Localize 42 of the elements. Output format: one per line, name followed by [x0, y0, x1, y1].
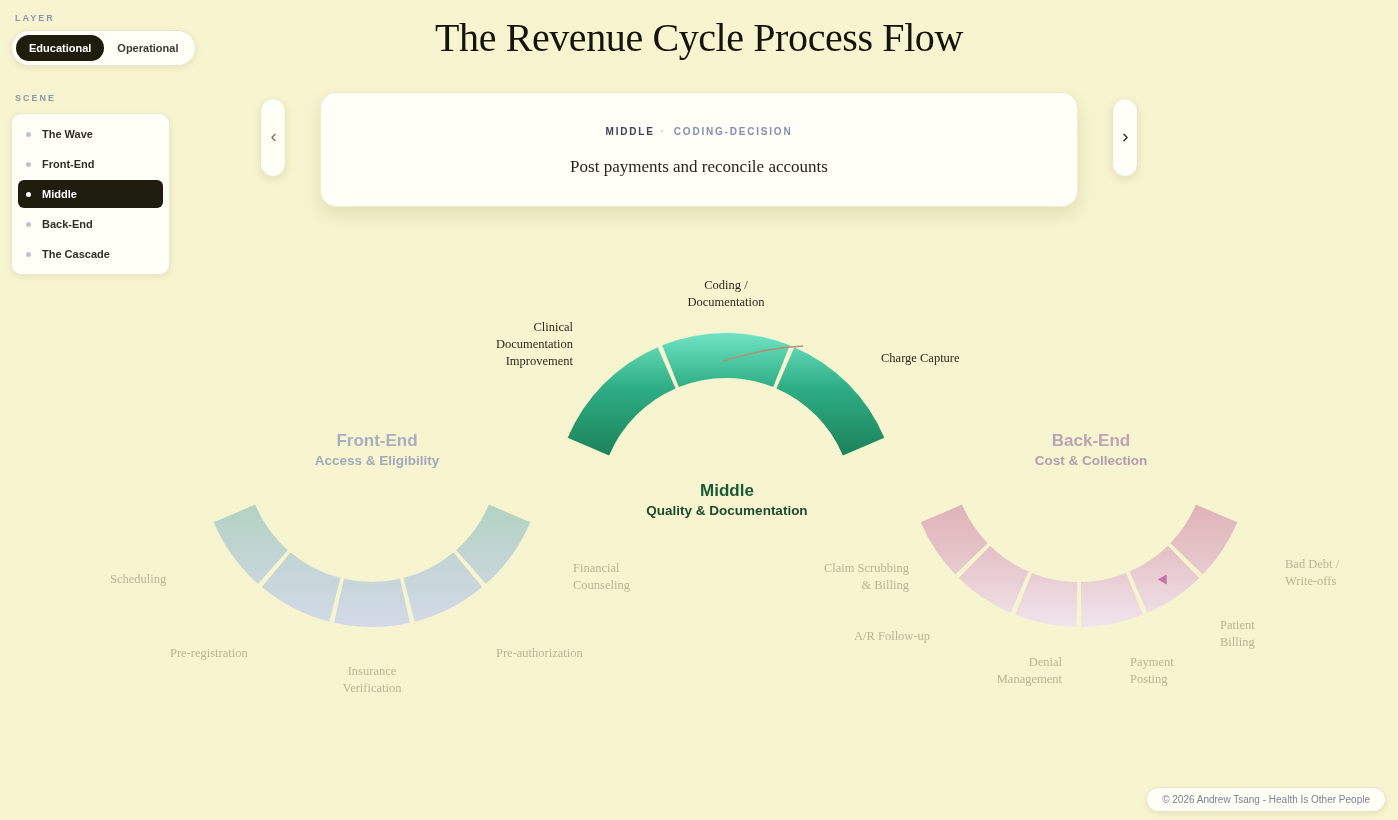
step-description: Post payments and reconcile accounts: [570, 156, 828, 178]
stage-label: Patient Billing: [1220, 616, 1256, 651]
scene-item[interactable]: The Wave: [18, 120, 163, 148]
scene-heading: SCENE: [15, 92, 56, 104]
footer-credit: © 2026 Andrew Tsang - Health Is Other People: [1146, 787, 1386, 812]
scene-item[interactable]: Front-End: [18, 150, 163, 178]
bullet-dot-icon: [26, 191, 31, 197]
stage-label: Claim Scrubbing & Billing: [822, 559, 909, 594]
stage-label: Clinical Documentation Improvement: [494, 318, 573, 370]
stage-label: Financial Counseling: [573, 559, 631, 594]
stage-label: Charge Capture: [881, 349, 960, 367]
layer-option[interactable]: Operational: [104, 35, 192, 61]
stage-label: Payment Posting: [1130, 653, 1175, 688]
scene-item[interactable]: Middle: [18, 180, 163, 208]
phase-label: MIDDLE: [605, 125, 655, 137]
step-label: CODING-DECISION: [673, 125, 793, 137]
section-title: Middle: [700, 481, 754, 501]
section-subtitle: Quality & Documentation: [646, 503, 808, 519]
bullet-dot-icon: [26, 221, 31, 227]
scene-item[interactable]: The Cascade: [18, 240, 163, 268]
scene-item[interactable]: Back-End: [18, 210, 163, 238]
layer-heading: LAYER: [15, 12, 55, 24]
section-subtitle: Access & Eligibility: [314, 453, 440, 469]
stage-label: Coding / Documentation: [686, 276, 766, 311]
stage-label: Bad Debt / Write-offs: [1285, 555, 1341, 590]
stage-label: Pre-authorization: [496, 644, 583, 662]
separator: ·: [660, 125, 666, 137]
layer-option[interactable]: Educational: [16, 35, 105, 61]
stage-label: A/R Follow-up: [854, 627, 931, 645]
next-button[interactable]: [1112, 98, 1138, 177]
bullet-dot-icon: [26, 131, 31, 137]
page-title: The Revenue Cycle Process Flow: [435, 14, 963, 62]
bullet-dot-icon: [26, 161, 31, 167]
stage-label: Pre-registration: [170, 644, 248, 662]
section-title: Back-End: [1051, 431, 1131, 451]
stage-label: Scheduling: [110, 570, 167, 588]
previous-button[interactable]: [260, 98, 286, 177]
bullet-dot-icon: [26, 251, 31, 257]
stage-label: Insurance Verification: [341, 662, 403, 697]
section-title: Front-End: [336, 431, 418, 451]
section-subtitle: Cost & Collection: [1034, 453, 1148, 469]
stage-label: Denial Management: [995, 653, 1062, 688]
